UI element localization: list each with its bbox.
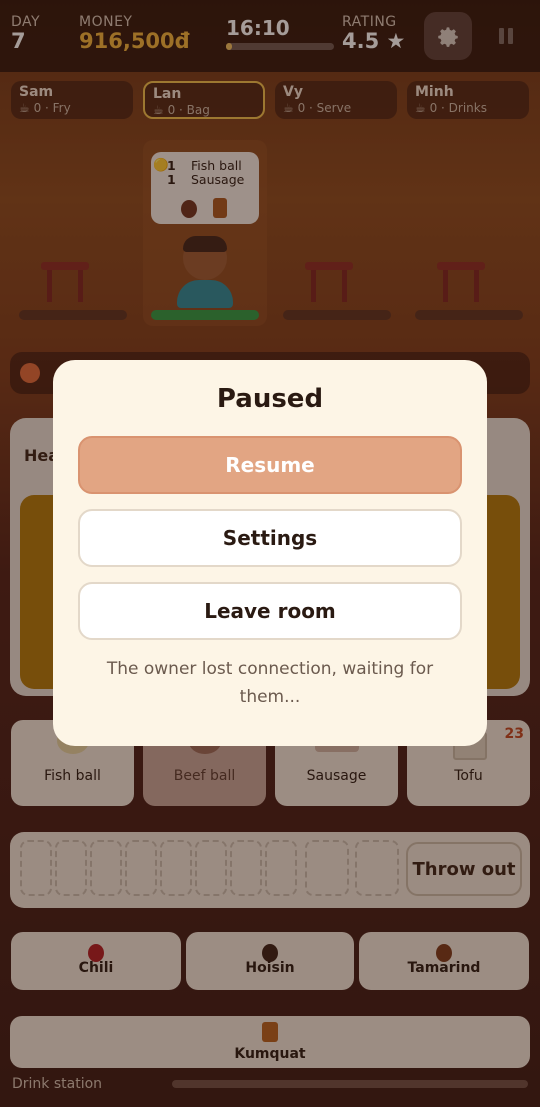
pause-title: Paused (216, 384, 324, 414)
resume-button[interactable]: Resume (78, 436, 462, 494)
pause-dialog: Paused Resume Settings Leave room The ow… (53, 360, 487, 746)
settings-menu-button[interactable]: Settings (78, 509, 462, 567)
connection-message: The owner lost connection, waiting for t… (106, 659, 434, 707)
leave-room-button[interactable]: Leave room (78, 582, 462, 640)
